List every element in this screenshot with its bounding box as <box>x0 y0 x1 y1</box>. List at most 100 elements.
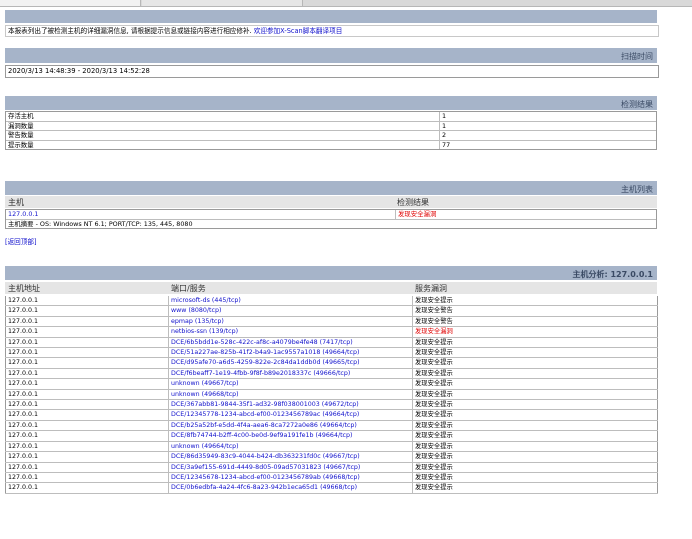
results-label: 漏洞数量 <box>8 121 34 130</box>
port-row: 127.0.0.1 microsoft-ds (445/tcp) 发现安全提示 <box>5 296 658 307</box>
host-result-link[interactable]: 发现安全漏洞 <box>395 210 656 219</box>
address-column-label: 主机地址 <box>8 284 40 293</box>
service-vuln-link[interactable]: 发现安全提示 <box>412 482 658 494</box>
service-vuln-link[interactable]: 发现安全漏洞 <box>412 326 658 338</box>
host-address: 127.0.0.1 <box>5 326 169 338</box>
port-service-link[interactable]: DCE/6b5bdd1e-528c-422c-af8c-a4079be4fe48… <box>168 337 413 349</box>
port-service-link[interactable]: unknown (49664/tcp) <box>168 441 413 453</box>
port-service-link[interactable]: netbios-ssn (139/tcp) <box>168 326 413 338</box>
results-value: 2 <box>439 131 656 140</box>
port-row: 127.0.0.1 DCE/367abb81-9844-35f1-ad32-98f… <box>5 399 658 411</box>
port-service-table: 127.0.0.1 microsoft-ds (445/tcp) 发现安全提示 127… <box>5 296 658 494</box>
host-address: 127.0.0.1 <box>5 347 169 359</box>
host-summary-row: 主机摘要 - OS: Windows NT 6.1; PORT/TCP: 135… <box>6 220 656 229</box>
port-row: 127.0.0.1 epmap (135/tcp) 发现安全警告 <box>5 316 658 328</box>
host-address: 127.0.0.1 <box>5 337 169 349</box>
service-vuln-link[interactable]: 发现安全提示 <box>412 389 658 401</box>
port-service-link[interactable]: DCE/12345678-1234-abcd-ef00-0123456789ab… <box>168 472 413 484</box>
port-row: 127.0.0.1 DCE/12345678-1234-abcd-ef00-012… <box>5 472 658 484</box>
service-vuln-link[interactable]: 发现安全提示 <box>412 441 658 453</box>
port-row: 127.0.0.1 DCE/b25a52bf-e5dd-4f4a-aea6-8ca… <box>5 420 658 432</box>
host-address: 127.0.0.1 <box>5 368 169 380</box>
service-vuln-link[interactable]: 发现安全警告 <box>412 305 658 317</box>
host-list-header: 主机列表 <box>5 181 657 195</box>
port-row: 127.0.0.1 DCE/8fb74744-b2ff-4c00-be0d-9ef… <box>5 430 658 442</box>
port-column-label: 端口/服务 <box>171 284 206 293</box>
host-link[interactable]: 127.0.0.1 <box>6 210 394 219</box>
port-row: 127.0.0.1 unknown (49667/tcp) 发现安全提示 <box>5 378 658 390</box>
port-service-link[interactable]: DCE/3a9ef155-691d-4449-8d05-09ad57031823… <box>168 462 413 473</box>
service-vuln-link[interactable]: 发现安全提示 <box>412 451 658 463</box>
results-row: 存活主机 1 <box>6 112 656 122</box>
port-row: 127.0.0.1 DCE/d95afe70-a6d5-4259-822e-2c8… <box>5 357 658 369</box>
browser-tab[interactable] <box>142 0 303 6</box>
host-list-column-header: 主机 检测结果 <box>5 196 657 208</box>
host-address: 127.0.0.1 <box>5 482 169 494</box>
report-header-bar <box>5 10 657 23</box>
port-service-link[interactable]: DCE/d95afe70-a6d5-4259-822e-2c84da1ddb0d… <box>168 357 413 369</box>
port-row: 127.0.0.1 www (8080/tcp) 发现安全警告 <box>5 305 658 317</box>
port-service-link[interactable]: DCE/b25a52bf-e5dd-4f4a-aea6-8ca7272a0e86… <box>168 420 413 432</box>
port-row: 127.0.0.1 DCE/3a9ef155-691d-4449-8d05-09a… <box>5 462 658 473</box>
port-service-link[interactable]: microsoft-ds (445/tcp) <box>168 296 413 307</box>
host-list-title: 主机列表 <box>621 185 653 194</box>
port-service-link[interactable]: DCE/86d35949-83c9-4044-b424-db363231fd0c… <box>168 451 413 463</box>
service-vuln-link[interactable]: 发现安全提示 <box>412 337 658 349</box>
service-vuln-link[interactable]: 发现安全提示 <box>412 347 658 359</box>
port-service-link[interactable]: unknown (49668/tcp) <box>168 389 413 401</box>
service-vuln-link[interactable]: 发现安全提示 <box>412 430 658 442</box>
port-row: 127.0.0.1 DCE/12345778-1234-abcd-ef00-012… <box>5 409 658 421</box>
host-address: 127.0.0.1 <box>5 462 169 473</box>
port-service-link[interactable]: DCE/f6beaff7-1e19-4fbb-9f8f-b89e2018337c… <box>168 368 413 380</box>
host-address: 127.0.0.1 <box>5 357 169 369</box>
port-service-link[interactable]: DCE/367abb81-9844-35f1-ad32-98f038001003… <box>168 399 413 411</box>
service-vuln-link[interactable]: 发现安全提示 <box>412 409 658 421</box>
port-row: 127.0.0.1 DCE/f6beaff7-1e19-4fbb-9f8f-b89… <box>5 368 658 380</box>
translation-project-link[interactable]: 欢迎参加X-Scan脚本翻译项目 <box>254 27 343 35</box>
result-column-label: 检测结果 <box>397 198 429 207</box>
service-vuln-link[interactable]: 发现安全提示 <box>412 462 658 473</box>
browser-tab-strip <box>0 0 692 7</box>
host-list-table: 127.0.0.1 发现安全漏洞 主机摘要 - OS: Windows NT 6… <box>5 209 657 230</box>
results-value: 1 <box>439 121 656 131</box>
service-vuln-link[interactable]: 发现安全提示 <box>412 368 658 380</box>
port-service-link[interactable]: DCE/51a227ae-825b-41f2-b4a9-1ac9557a1018… <box>168 347 413 359</box>
host-column-label: 主机 <box>8 198 24 207</box>
results-row: 警告数量 2 <box>6 131 656 141</box>
service-vuln-link[interactable]: 发现安全提示 <box>412 472 658 484</box>
browser-tab[interactable] <box>0 0 141 6</box>
port-row: 127.0.0.1 DCE/51a227ae-825b-41f2-b4a9-1ac… <box>5 347 658 359</box>
host-address: 127.0.0.1 <box>5 378 169 390</box>
host-address: 127.0.0.1 <box>5 441 169 453</box>
host-analysis-column-header: 主机地址 端口/服务 服务漏洞 <box>5 282 657 294</box>
service-vuln-link[interactable]: 发现安全提示 <box>412 296 658 307</box>
port-row: 127.0.0.1 unknown (49668/tcp) 发现安全提示 <box>5 389 658 401</box>
service-vuln-link[interactable]: 发现安全提示 <box>412 378 658 390</box>
port-service-link[interactable]: epmap (135/tcp) <box>168 316 413 328</box>
results-table: 存活主机 1 漏洞数量 1 警告数量 2 提示数量 77 <box>5 111 657 151</box>
vuln-column-label: 服务漏洞 <box>415 284 447 293</box>
port-service-link[interactable]: DCE/12345778-1234-abcd-ef00-0123456789ac… <box>168 409 413 421</box>
host-address: 127.0.0.1 <box>5 399 169 411</box>
host-address: 127.0.0.1 <box>5 305 169 317</box>
port-service-link[interactable]: DCE/8fb74744-b2ff-4c00-be0d-9ef9a191fe1b… <box>168 430 413 442</box>
results-row: 漏洞数量 1 <box>6 121 656 132</box>
intro-text: 本报表列出了被检测主机的详细漏洞信息, 请根据提示信息或链接内容进行相应修补. <box>8 27 254 35</box>
service-vuln-link[interactable]: 发现安全提示 <box>412 399 658 411</box>
host-address: 127.0.0.1 <box>5 420 169 432</box>
service-vuln-link[interactable]: 发现安全警告 <box>412 316 658 328</box>
port-service-link[interactable]: unknown (49667/tcp) <box>168 378 413 390</box>
host-list-row: 127.0.0.1 发现安全漏洞 <box>6 210 656 220</box>
back-to-top-link[interactable]: [返回顶部] <box>5 236 37 246</box>
scan-time-header: 扫描时间 <box>5 48 657 63</box>
results-value: 77 <box>439 140 656 150</box>
service-vuln-link[interactable]: 发现安全提示 <box>412 357 658 369</box>
port-service-link[interactable]: www (8080/tcp) <box>168 305 413 317</box>
port-row: 127.0.0.1 DCE/6b5bdd1e-528c-422c-af8c-a40… <box>5 337 658 349</box>
host-summary: 主机摘要 - OS: Windows NT 6.1; PORT/TCP: 135… <box>8 219 193 228</box>
results-value: 1 <box>439 112 656 121</box>
port-service-link[interactable]: DCE/0b6edbfa-4a24-4fc6-8a23-942b1eca65d1… <box>168 482 413 494</box>
results-label: 存活主机 <box>8 112 34 120</box>
service-vuln-link[interactable]: 发现安全提示 <box>412 420 658 432</box>
port-row: 127.0.0.1 DCE/0b6edbfa-4a24-4fc6-8a23-942… <box>5 482 658 494</box>
